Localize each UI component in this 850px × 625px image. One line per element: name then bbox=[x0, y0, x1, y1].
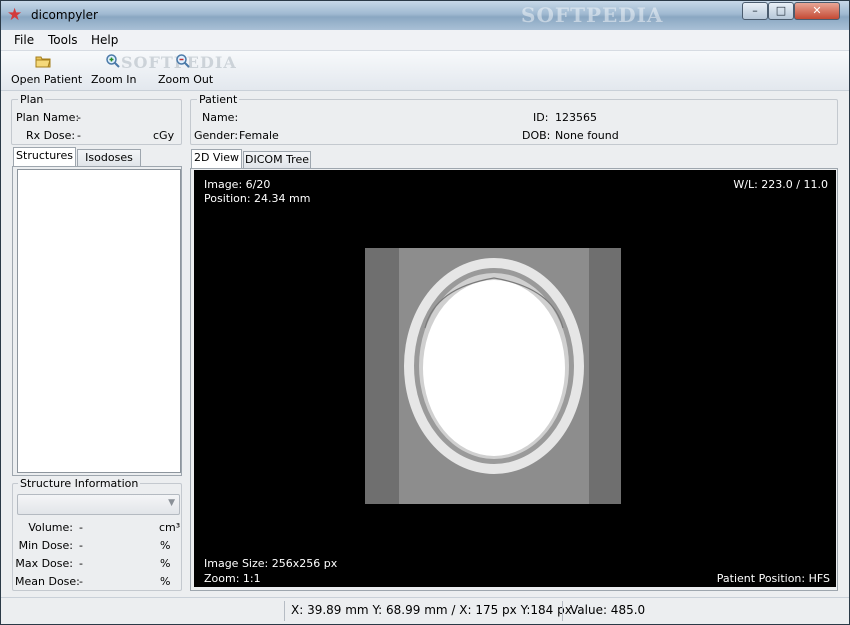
tab-2d-view[interactable]: 2D View bbox=[191, 149, 242, 169]
zoom-out-icon bbox=[175, 53, 191, 69]
status-separator bbox=[562, 601, 563, 621]
patient-id-value: 123565 bbox=[555, 111, 597, 124]
tab-dicom-tree[interactable]: DICOM Tree bbox=[243, 151, 311, 169]
title-bar[interactable]: SOFTPEDIA ★ dicompyler – □ ✕ bbox=[1, 1, 849, 30]
zoom-in-button[interactable]: Zoom In bbox=[91, 53, 137, 86]
patient-name-label: Name: bbox=[202, 111, 239, 124]
max-dose-label: Max Dose: bbox=[15, 557, 73, 570]
plan-name-value: - bbox=[77, 111, 81, 124]
dob-value: None found bbox=[555, 129, 619, 142]
gender-value: Female bbox=[239, 129, 279, 142]
menu-bar: File Tools Help bbox=[1, 30, 849, 51]
menu-tools[interactable]: Tools bbox=[48, 33, 78, 47]
patient-position: Patient Position: HFS bbox=[716, 572, 830, 585]
zoom-in-label: Zoom In bbox=[91, 73, 137, 86]
tab-structures[interactable]: Structures bbox=[13, 147, 76, 167]
mean-dose-value: - bbox=[79, 575, 83, 588]
plan-group-title: Plan bbox=[18, 93, 46, 106]
minimize-button[interactable]: – bbox=[742, 2, 768, 20]
maximize-button[interactable]: □ bbox=[768, 2, 794, 20]
min-dose-label: Min Dose: bbox=[18, 539, 73, 552]
volume-value: - bbox=[79, 521, 83, 534]
chevron-down-icon: ▼ bbox=[168, 498, 175, 508]
max-dose-unit: % bbox=[160, 557, 171, 570]
window-level: W/L: 223.0 / 11.0 bbox=[733, 178, 828, 191]
image-size: Image Size: 256x256 px bbox=[204, 557, 338, 570]
status-coordinates: X: 39.89 mm Y: 68.99 mm / X: 175 px Y:18… bbox=[291, 603, 572, 617]
mean-dose-label: Mean Dose: bbox=[15, 575, 80, 588]
menu-file[interactable]: File bbox=[14, 33, 34, 47]
min-dose-unit: % bbox=[160, 539, 171, 552]
window-title: dicompyler bbox=[31, 8, 98, 22]
gender-label: Gender: bbox=[194, 129, 239, 142]
menu-help[interactable]: Help bbox=[91, 33, 118, 47]
patient-group bbox=[190, 99, 838, 145]
close-button[interactable]: ✕ bbox=[794, 2, 840, 20]
structures-panel bbox=[12, 166, 182, 476]
structures-list[interactable] bbox=[17, 169, 181, 473]
status-separator bbox=[284, 601, 285, 621]
zoom-out-button[interactable]: Zoom Out bbox=[158, 53, 214, 86]
structure-info-title: Structure Information bbox=[18, 477, 141, 490]
structure-select[interactable]: ▼ bbox=[17, 494, 180, 515]
tab-isodoses[interactable]: Isodoses bbox=[77, 149, 141, 167]
folder-open-icon bbox=[35, 53, 51, 69]
dob-label: DOB: bbox=[522, 129, 551, 142]
min-dose-value: - bbox=[79, 539, 83, 552]
title-watermark: SOFTPEDIA bbox=[521, 3, 664, 27]
rx-dose-value: - bbox=[77, 129, 81, 142]
patient-id-label: ID: bbox=[533, 111, 549, 124]
zoom-out-label: Zoom Out bbox=[158, 73, 214, 86]
max-dose-value: - bbox=[79, 557, 83, 570]
patient-group-title: Patient bbox=[197, 93, 240, 106]
zoom-in-icon bbox=[105, 53, 121, 69]
zoom-level: Zoom: 1:1 bbox=[204, 572, 261, 585]
app-star-icon: ★ bbox=[7, 5, 23, 25]
mean-dose-unit: % bbox=[160, 575, 171, 588]
image-viewer[interactable]: Image: 6/20 Position: 24.34 mm W/L: 223.… bbox=[194, 170, 836, 587]
slice-position: Position: 24.34 mm bbox=[204, 192, 311, 205]
status-value: Value: 485.0 bbox=[570, 603, 646, 617]
open-patient-button[interactable]: Open Patient bbox=[11, 53, 83, 86]
plan-name-label: Plan Name: bbox=[16, 111, 80, 124]
ct-slice-image bbox=[365, 248, 621, 504]
rx-dose-label: Rx Dose: bbox=[26, 129, 76, 142]
rx-dose-unit: cGy bbox=[153, 129, 175, 142]
app-window: SOFTPEDIA ★ dicompyler – □ ✕ File Tools … bbox=[0, 0, 850, 625]
status-bar: X: 39.89 mm Y: 68.99 mm / X: 175 px Y:18… bbox=[1, 597, 849, 624]
image-index: Image: 6/20 bbox=[204, 178, 271, 191]
volume-unit: cm³ bbox=[159, 521, 181, 534]
toolbar: SOFTPEDIA Open Patient Zoom In Zoom Out bbox=[1, 51, 849, 91]
volume-label: Volume: bbox=[28, 521, 73, 534]
open-patient-label: Open Patient bbox=[11, 73, 83, 86]
